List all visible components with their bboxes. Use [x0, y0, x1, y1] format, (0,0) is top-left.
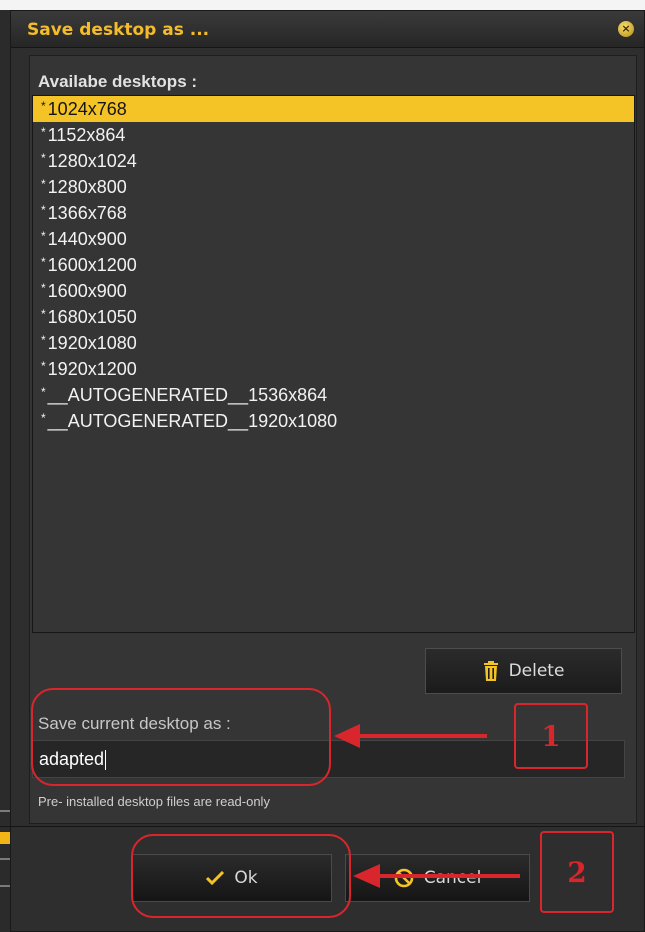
list-item-label: 1920x1200 [47, 359, 137, 379]
list-item-marker: * [41, 203, 46, 217]
delete-button-label: Delete [508, 661, 565, 681]
desktop-list-item[interactable]: * __AUTOGENERATED__1536x864 [33, 382, 634, 408]
desktop-list-item[interactable]: * 1024x768 [33, 96, 634, 122]
list-item-label: 1024x768 [47, 99, 127, 119]
cancel-icon [394, 868, 414, 888]
desktop-list-item[interactable]: * __AUTOGENERATED__1920x1080 [33, 408, 634, 434]
desktop-list-item[interactable]: * 1600x900 [33, 278, 634, 304]
annotation-number-2: 2 [540, 831, 614, 913]
dialog-titlebar: Save desktop as ... × [11, 11, 644, 48]
list-item-marker: * [41, 333, 46, 347]
annotation-highlight-ok-button [131, 834, 351, 918]
desktop-list-item[interactable]: * 1366x768 [33, 200, 634, 226]
list-item-marker: * [41, 99, 46, 113]
list-item-marker: * [41, 385, 46, 399]
annotation-number-1: 1 [514, 703, 588, 769]
background-divider [0, 885, 10, 887]
annotation-number-1-label: 1 [541, 719, 561, 753]
background-divider [0, 810, 10, 812]
desktop-list-item[interactable]: * 1920x1200 [33, 356, 634, 382]
list-item-label: 1920x1080 [47, 333, 137, 353]
close-icon[interactable]: × [618, 21, 634, 37]
list-item-marker: * [41, 359, 46, 373]
list-item-label: 1600x900 [47, 281, 127, 301]
list-item-marker: * [41, 255, 46, 269]
footer-divider [0, 826, 645, 827]
desktop-list-item[interactable]: * 1680x1050 [33, 304, 634, 330]
list-item-marker: * [41, 229, 46, 243]
annotation-highlight-save-field [31, 688, 331, 786]
desktop-list[interactable]: * 1024x768 * 1152x864 * 1280x1024 * 1280x800 * 13… [32, 95, 635, 633]
list-item-label: 1600x1200 [47, 255, 137, 275]
background-accent [0, 832, 10, 844]
list-item-label: 1280x800 [47, 177, 127, 197]
available-desktops-label: Availabe desktops : [38, 72, 198, 91]
background-window-strip [0, 10, 10, 932]
list-item-marker: * [41, 151, 46, 165]
list-item-label: 1680x1050 [47, 307, 137, 327]
cancel-button[interactable]: Cancel [345, 854, 530, 902]
desktop-list-item[interactable]: * 1440x900 [33, 226, 634, 252]
list-item-label: 1366x768 [47, 203, 127, 223]
list-item-label: __AUTOGENERATED__1536x864 [47, 385, 328, 405]
dialog-title: Save desktop as ... [27, 20, 210, 40]
list-item-label: 1440x900 [47, 229, 127, 249]
cancel-button-label: Cancel [423, 868, 482, 888]
list-item-label: 1152x864 [47, 125, 126, 145]
list-item-marker: * [41, 281, 46, 295]
desktop-list-item[interactable]: * 1920x1080 [33, 330, 634, 356]
list-item-marker: * [41, 411, 46, 425]
desktop-list-item[interactable]: * 1600x1200 [33, 252, 634, 278]
desktop-list-item[interactable]: * 1280x800 [33, 174, 634, 200]
delete-button[interactable]: Delete [425, 648, 622, 694]
desktop-list-item[interactable]: * 1152x864 [33, 122, 634, 148]
list-item-marker: * [41, 307, 46, 321]
annotation-number-2-label: 2 [567, 855, 587, 889]
list-item-label: 1280x1024 [47, 151, 137, 171]
background-divider [0, 858, 10, 860]
trash-icon [483, 661, 498, 681]
list-item-marker: * [41, 125, 46, 139]
desktop-list-item[interactable]: * 1280x1024 [33, 148, 634, 174]
list-item-label: __AUTOGENERATED__1920x1080 [47, 411, 338, 431]
read-only-hint: Pre- installed desktop files are read-on… [38, 794, 270, 809]
list-item-marker: * [41, 177, 46, 191]
